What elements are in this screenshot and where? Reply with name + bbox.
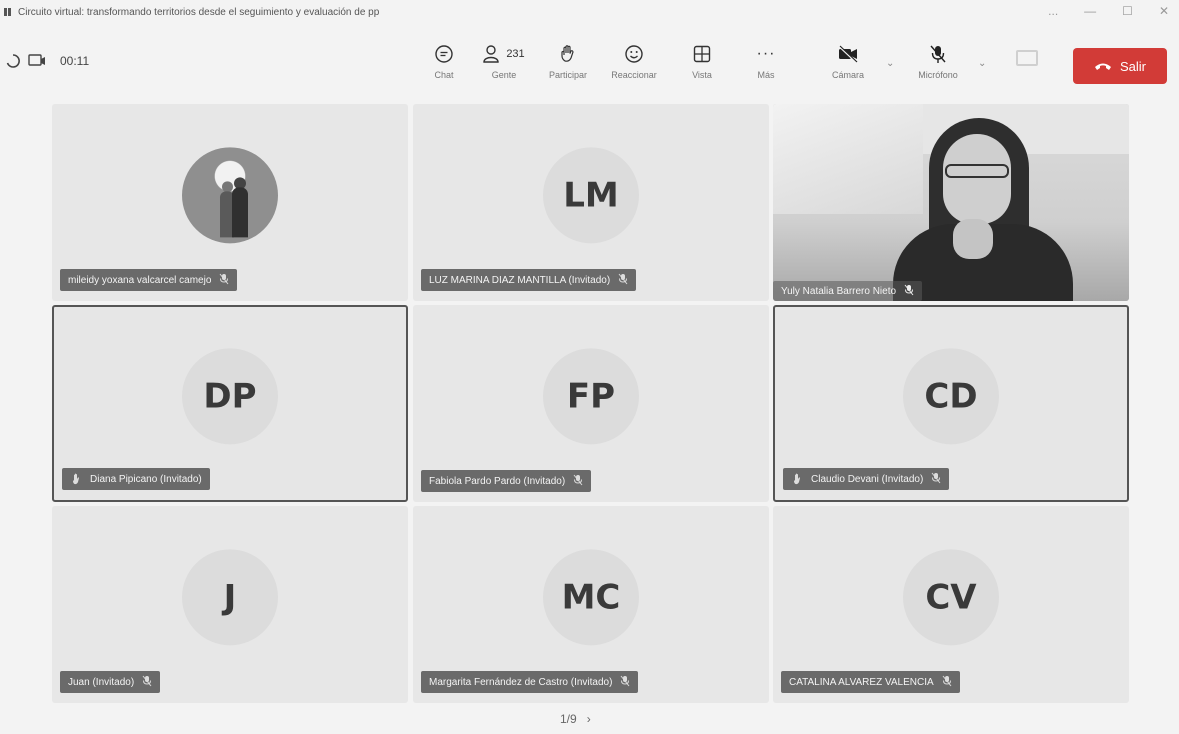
participant-name-tag: Fabiola Pardo Pardo (Invitado) [421,470,592,492]
avatar: FP [543,347,639,444]
avatar: MC [543,548,639,645]
window-more-button[interactable]: ... [1048,4,1058,18]
maximize-button[interactable]: ☐ [1122,4,1133,18]
mic-off-icon [573,474,583,489]
people-count: 231 [506,48,525,60]
chat-icon [434,42,454,66]
camera-off-icon [837,42,859,66]
view-button[interactable]: Vista [672,42,732,92]
mic-off-icon [142,675,152,690]
raised-hand-icon [791,473,803,485]
page-indicator: 1/9 [560,712,577,726]
chat-label: Chat [434,70,454,80]
mic-off-icon [929,42,947,66]
raise-hand-label: Participar [548,70,587,80]
participant-video-tile[interactable]: Yuly Natalia Barrero Nieto [773,104,1129,301]
meeting-status: 00:11 [6,54,89,68]
next-page-chevron-icon[interactable]: › [587,712,591,726]
participant-name: CATALINA ALVAREZ VALENCIA [789,676,934,688]
participant-name: LUZ MARINA DIAZ MANTILLA (Invitado) [429,274,611,286]
react-label: Reaccionar [611,70,657,80]
gallery-pager: 1/9 › [560,712,591,726]
mic-off-icon [942,675,952,690]
avatar: CV [903,548,999,645]
participant-name-tag: Yuly Natalia Barrero Nieto [773,281,923,301]
participant-name: mileidy yoxana valcarcel camejo [68,274,212,286]
meeting-timer: 00:11 [60,54,90,68]
loading-icon [6,54,20,68]
close-button[interactable]: ✕ [1159,4,1169,18]
participant-name-tag: Juan (Invitado) [60,671,161,693]
participant-name: Fabiola Pardo Pardo (Invitado) [429,475,566,487]
participant-name-tag: Margarita Fernández de Castro (Invitado) [421,671,639,693]
window-controls: ... — ☐ ✕ [1048,4,1169,18]
participant-name: Juan (Invitado) [68,676,135,688]
photo-figure [232,186,248,237]
title-bar: Circuito virtual: transformando territor… [0,0,1179,24]
participant-tile[interactable]: CV CATALINA ALVAREZ VALENCIA [773,506,1129,703]
teams-icon [4,8,14,16]
avatar: CD [903,347,999,444]
video-person-face [943,134,1011,224]
participant-name-tag: Claudio Devani (Invitado) [783,468,950,490]
mic-off-icon [219,273,229,288]
camera-button[interactable]: Cámara [818,42,878,92]
video-person-glasses [945,164,1009,178]
minimize-button[interactable]: — [1084,4,1096,18]
participant-tile[interactable]: MC Margarita Fernández de Castro (Invita… [413,506,769,703]
grid-icon [693,42,711,66]
mic-off-icon [620,675,630,690]
react-button[interactable]: Reaccionar [604,42,664,92]
view-label: Vista [692,70,712,80]
phone-hangup-icon [1094,59,1112,74]
video-window [773,104,923,214]
camera-options-chevron-icon[interactable]: ⌄ [886,58,894,69]
avatar: J [182,548,278,645]
more-icon: ··· [756,45,776,62]
mic-off-icon [931,472,941,487]
avatar: DP [182,347,278,444]
mic-label: Micrófono [918,70,958,80]
avatar [182,146,278,243]
participant-name: Margarita Fernández de Castro (Invitado) [429,676,613,688]
raised-hand-icon [70,473,82,485]
people-button[interactable]: 231 Gente [474,42,534,92]
meeting-title: Circuito virtual: transformando territor… [18,6,380,18]
participant-name-tag: Diana Pipicano (Invitado) [62,468,210,490]
chat-button[interactable]: Chat [414,42,474,92]
avatar: LM [543,146,639,243]
mic-options-chevron-icon[interactable]: ⌄ [978,58,986,69]
leave-label: Salir [1119,58,1146,74]
people-icon [483,45,500,63]
participant-tile[interactable]: CD Claudio Devani (Invitado) [773,305,1129,502]
participant-tile[interactable]: DP Diana Pipicano (Invitado) [52,305,408,502]
mic-button[interactable]: Micrófono [908,42,968,92]
video-person-hand [953,219,993,259]
more-label: Más [757,70,775,80]
camera-label: Cámara [831,70,864,80]
participant-name-tag: CATALINA ALVAREZ VALENCIA [781,671,960,693]
people-button-icon-row: 231 [483,42,525,66]
people-label: Gente [491,70,517,80]
participant-tile[interactable]: J Juan (Invitado) [52,506,408,703]
meeting-info-icon[interactable] [28,54,46,68]
participant-tile[interactable]: FP Fabiola Pardo Pardo (Invitado) [413,305,769,502]
mic-off-icon [904,284,914,299]
more-button[interactable]: ··· Más [736,42,796,92]
hand-icon [559,42,577,66]
participant-name-tag: mileidy yoxana valcarcel camejo [60,269,238,291]
participant-name: Diana Pipicano (Invitado) [90,473,202,485]
participant-name-tag: LUZ MARINA DIAZ MANTILLA (Invitado) [421,269,637,291]
raise-hand-button[interactable]: Participar [538,42,598,92]
meeting-toolbar: 00:11 Chat 231 Gente Participar Reaccion… [0,38,1179,96]
mic-off-icon [618,273,628,288]
leave-button[interactable]: Salir [1073,48,1167,84]
participant-name: Claudio Devani (Invitado) [811,473,924,485]
participant-name: Yuly Natalia Barrero Nieto [781,285,897,297]
participant-tile[interactable]: LM LUZ MARINA DIAZ MANTILLA (Invitado) [413,104,769,301]
smiley-icon [624,42,644,66]
participant-tile[interactable]: mileidy yoxana valcarcel camejo [52,104,408,301]
share-icon[interactable] [1016,50,1038,66]
